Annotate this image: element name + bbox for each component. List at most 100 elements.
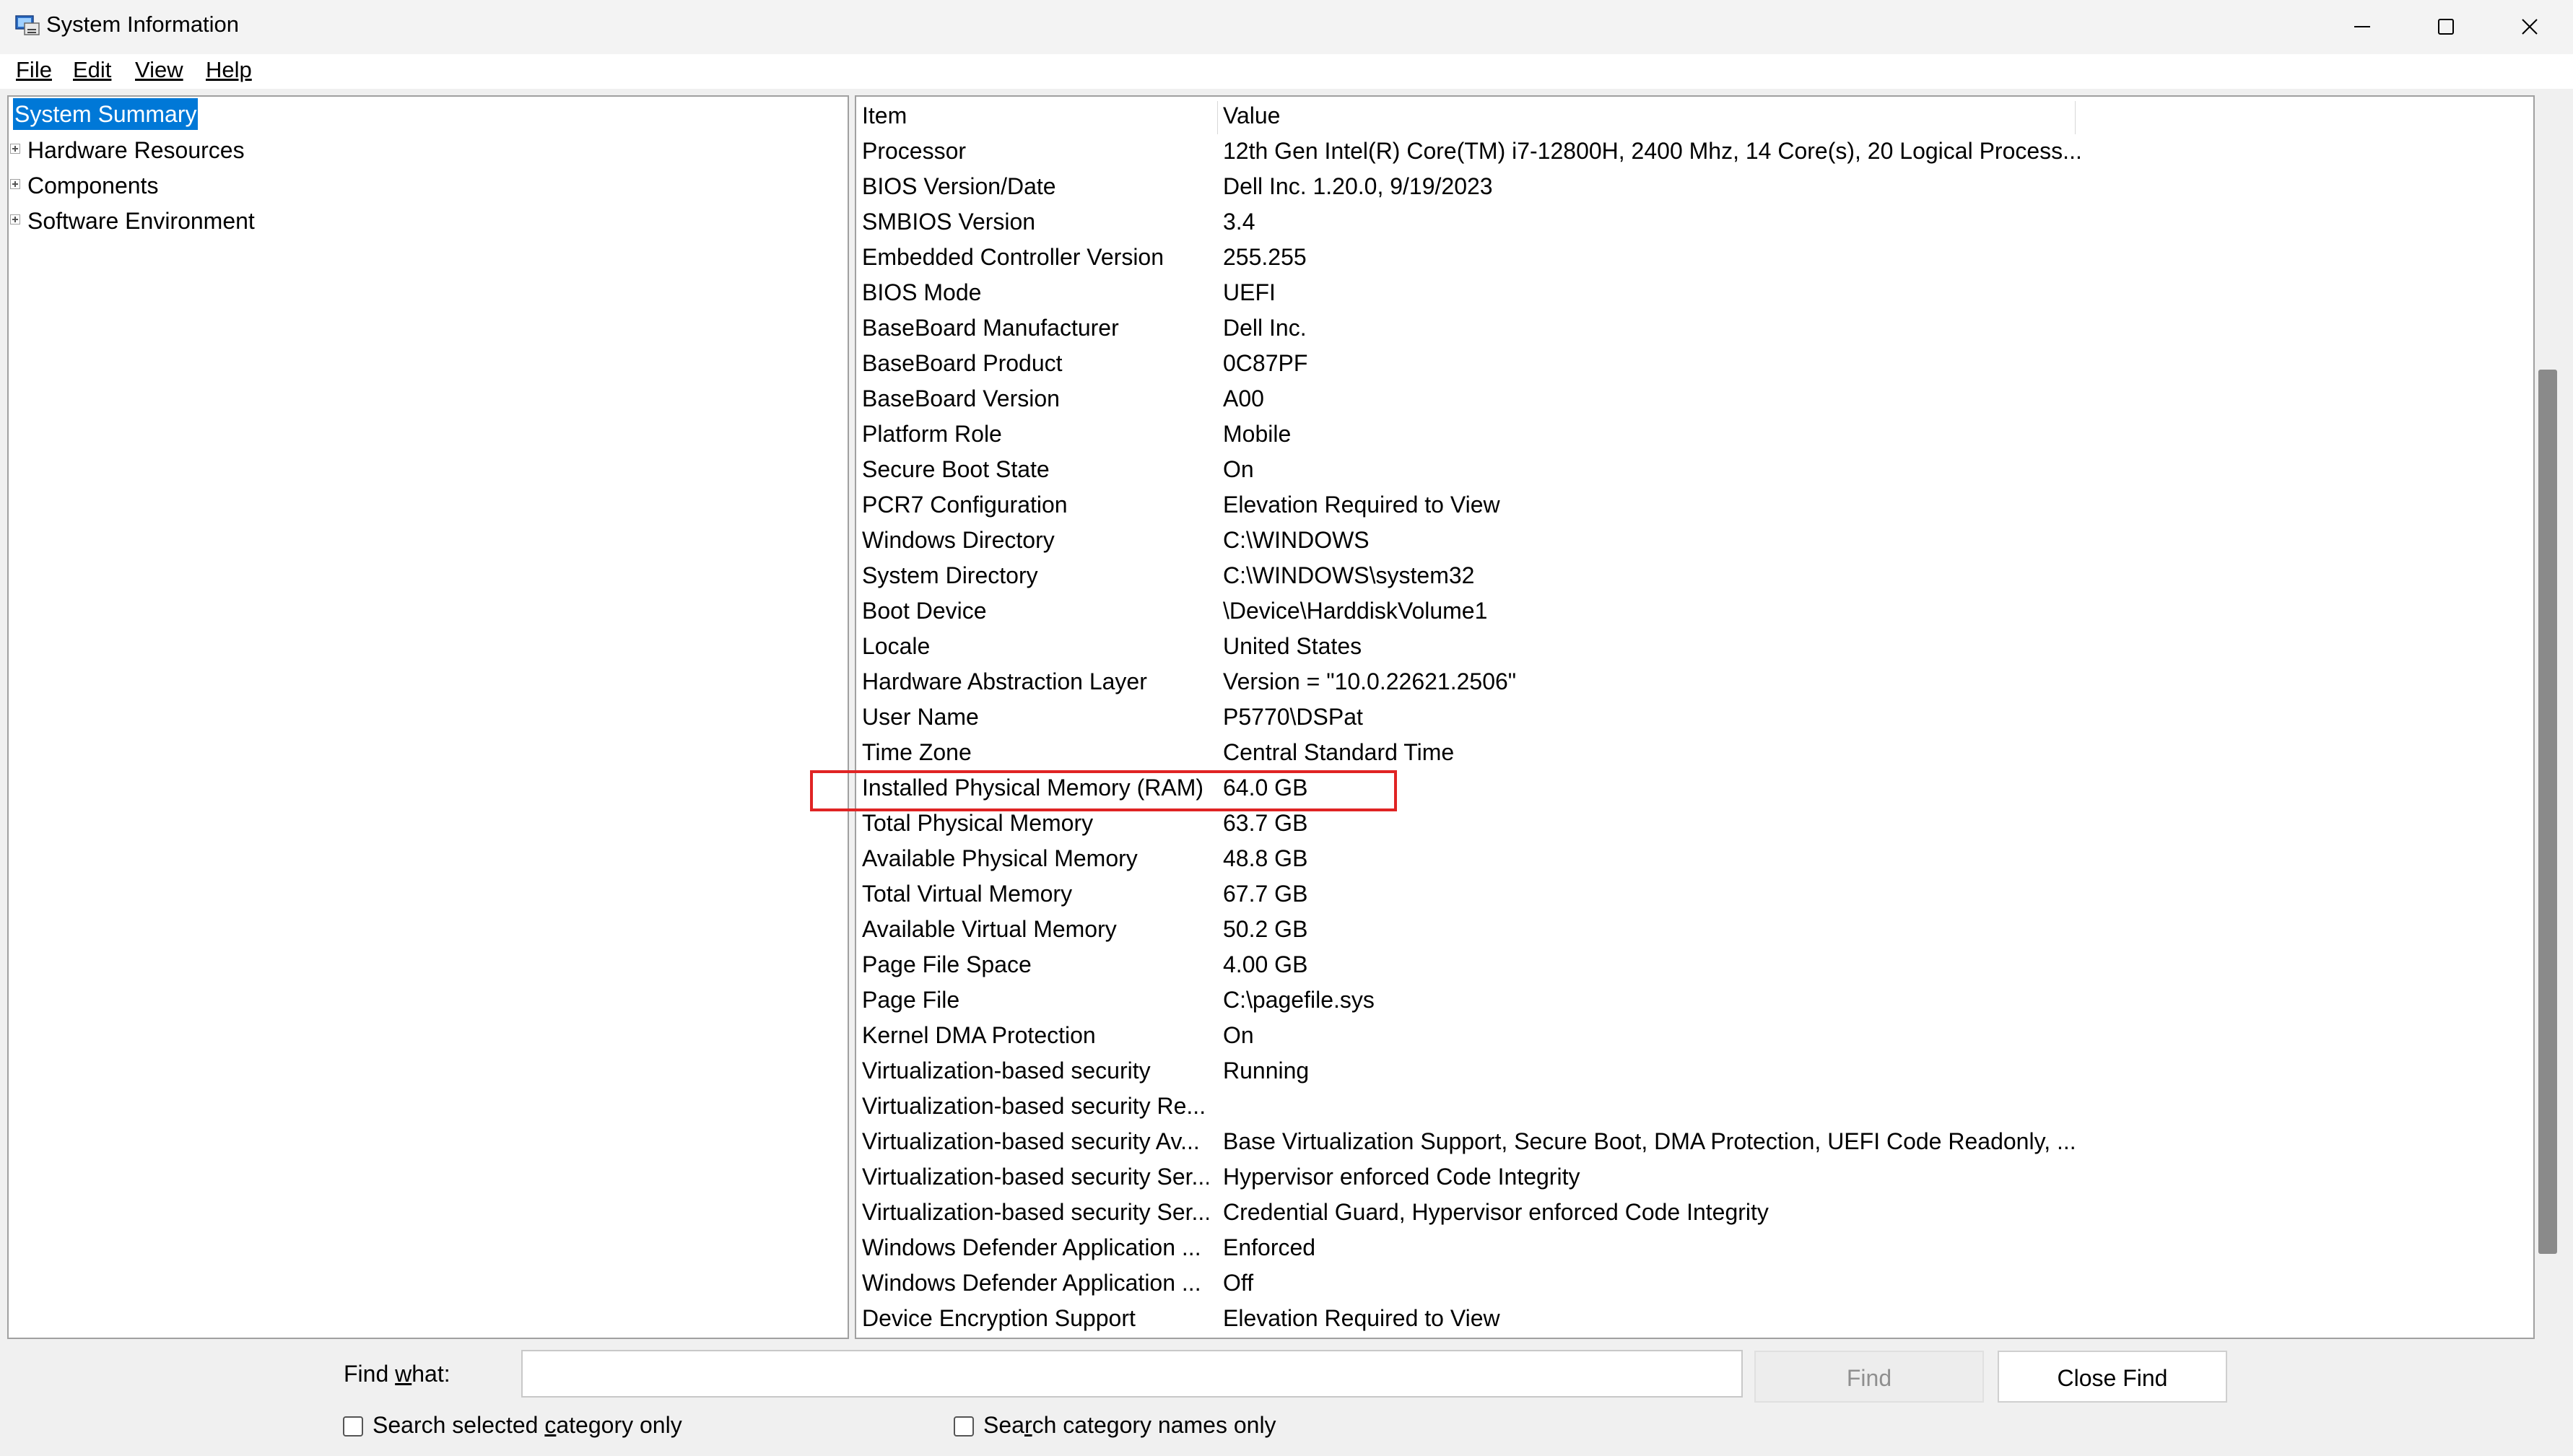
menu-view[interactable]: View <box>135 57 183 83</box>
table-row[interactable]: Hardware Abstraction Layer Version = "10.… <box>856 668 2517 704</box>
table-row[interactable]: BaseBoard Product 0C87PF <box>856 350 2517 385</box>
item-cell: User Name <box>862 704 979 730</box>
table-row[interactable]: PCR7 Configuration Elevation Required to … <box>856 492 2517 527</box>
column-divider[interactable] <box>1217 101 1218 134</box>
table-row[interactable]: Virtualization-based security Av... Base … <box>856 1128 2517 1164</box>
table-row[interactable]: Windows Directory C:\WINDOWS <box>856 527 2517 562</box>
menu-bar: File Edit View Help <box>0 54 2573 89</box>
search-selected-category-label[interactable]: Search selected category only <box>373 1412 682 1439</box>
menu-edit[interactable]: Edit <box>73 57 111 83</box>
expand-icon[interactable] <box>10 144 20 154</box>
check1-pre: Search selected <box>373 1412 545 1438</box>
tree-item-components[interactable]: Components <box>27 173 158 199</box>
value-cell: 48.8 GB <box>1223 845 1308 871</box>
expand-icon[interactable] <box>10 179 20 189</box>
table-row[interactable]: Total Physical Memory 63.7 GB <box>856 810 2517 845</box>
maximize-button[interactable] <box>2404 0 2488 54</box>
table-row[interactable]: Device Encryption Support Elevation Requi… <box>856 1305 2517 1338</box>
value-cell: C:\pagefile.sys <box>1223 987 1375 1013</box>
highlight-annotation <box>810 770 1397 811</box>
item-cell: Virtualization-based security Ser... <box>862 1199 1209 1225</box>
table-row[interactable]: Virtualization-based security Re... <box>856 1093 2517 1128</box>
value-cell: C:\WINDOWS\system32 <box>1223 562 1475 588</box>
value-cell: 0C87PF <box>1223 350 1308 376</box>
item-cell: Page File Space <box>862 951 1032 977</box>
table-row[interactable]: Embedded Controller Version 255.255 <box>856 244 2517 279</box>
value-cell: Central Standard Time <box>1223 739 1455 765</box>
category-tree[interactable]: System Summary Hardware Resources Compon… <box>7 95 849 1339</box>
table-row[interactable]: Processor 12th Gen Intel(R) Core(TM) i7-1… <box>856 138 2517 173</box>
table-row[interactable]: BIOS Version/Date Dell Inc. 1.20.0, 9/19/… <box>856 173 2517 209</box>
table-row[interactable]: BaseBoard Version A00 <box>856 385 2517 421</box>
table-row[interactable]: Available Physical Memory 48.8 GB <box>856 845 2517 881</box>
find-button[interactable]: Find <box>1754 1351 1984 1403</box>
check2-post: ch category names only <box>1032 1412 1276 1438</box>
close-button[interactable] <box>2488 0 2572 54</box>
table-row[interactable]: Kernel DMA Protection On <box>856 1022 2517 1058</box>
search-category-names-label[interactable]: Search category names only <box>983 1412 1276 1439</box>
item-cell: Available Physical Memory <box>862 845 1138 871</box>
menu-file-accel: File <box>16 57 52 82</box>
find-what-input[interactable] <box>521 1350 1743 1398</box>
item-cell: Secure Boot State <box>862 456 1050 482</box>
table-row[interactable]: System Directory C:\WINDOWS\system32 <box>856 562 2517 598</box>
column-header-item[interactable]: Item <box>862 103 907 129</box>
table-row[interactable]: Available Virtual Memory 50.2 GB <box>856 916 2517 951</box>
title-bar: System Information <box>0 0 2573 54</box>
item-cell: Page File <box>862 987 960 1013</box>
table-row[interactable]: Locale United States <box>856 633 2517 668</box>
value-cell: UEFI <box>1223 279 1276 305</box>
table-row[interactable]: Platform Role Mobile <box>856 421 2517 456</box>
item-cell: PCR7 Configuration <box>862 492 1068 518</box>
table-row[interactable]: Page File Space 4.00 GB <box>856 951 2517 987</box>
search-category-names-checkbox[interactable] <box>954 1416 974 1437</box>
item-cell: Embedded Controller Version <box>862 244 1164 270</box>
value-cell: Dell Inc. 1.20.0, 9/19/2023 <box>1223 173 1493 199</box>
tree-item-software-environment[interactable]: Software Environment <box>27 208 255 235</box>
value-cell: On <box>1223 456 1254 482</box>
tree-item-system-summary[interactable]: System Summary <box>13 98 199 130</box>
value-cell: Off <box>1223 1270 1254 1296</box>
details-list[interactable]: Item Value Processor 12th Gen Intel(R) Co… <box>855 95 2535 1339</box>
item-cell: Total Virtual Memory <box>862 881 1073 907</box>
search-selected-category-checkbox[interactable] <box>343 1416 363 1437</box>
column-header-value[interactable]: Value <box>1223 103 1280 129</box>
table-row[interactable]: Page File C:\pagefile.sys <box>856 987 2517 1022</box>
table-row[interactable]: Time Zone Central Standard Time <box>856 739 2517 775</box>
menu-help[interactable]: Help <box>206 57 252 83</box>
table-row[interactable]: Windows Defender Application ... Off <box>856 1270 2517 1305</box>
value-cell: Elevation Required to View <box>1223 1305 1500 1331</box>
item-cell: Virtualization-based security Av... <box>862 1128 1200 1154</box>
maximize-icon <box>2438 19 2454 35</box>
item-cell: BIOS Mode <box>862 279 982 305</box>
table-row[interactable]: User Name P5770\DSPat <box>856 704 2517 739</box>
table-row[interactable]: Virtualization-based security Ser... Cred… <box>856 1199 2517 1234</box>
item-cell: Windows Defender Application ... <box>862 1234 1201 1260</box>
table-row[interactable]: Virtualization-based security Ser... Hype… <box>856 1164 2517 1199</box>
find-what-label: Find what: <box>344 1361 450 1387</box>
table-row[interactable]: BaseBoard Manufacturer Dell Inc. <box>856 315 2517 350</box>
item-cell: Locale <box>862 633 931 659</box>
scrollbar-thumb[interactable] <box>2538 370 2557 1254</box>
table-row[interactable]: Secure Boot State On <box>856 456 2517 492</box>
table-row[interactable]: Boot Device \Device\HarddiskVolume1 <box>856 598 2517 633</box>
window-title: System Information <box>46 12 240 37</box>
close-icon <box>2522 19 2538 35</box>
value-cell: On <box>1223 1022 1254 1048</box>
value-cell: Enforced <box>1223 1234 1316 1260</box>
close-find-button[interactable]: Close Find <box>1998 1351 2227 1403</box>
expand-icon[interactable] <box>10 214 20 224</box>
table-row[interactable]: Total Virtual Memory 67.7 GB <box>856 881 2517 916</box>
item-cell: BaseBoard Manufacturer <box>862 315 1119 341</box>
item-cell: Kernel DMA Protection <box>862 1022 1096 1048</box>
menu-file[interactable]: File <box>16 57 52 83</box>
table-row[interactable]: Virtualization-based security Running <box>856 1058 2517 1093</box>
table-row[interactable]: Windows Defender Application ... Enforced <box>856 1234 2517 1270</box>
table-row[interactable]: SMBIOS Version 3.4 <box>856 209 2517 244</box>
value-cell: Running <box>1223 1058 1310 1084</box>
column-divider[interactable] <box>2075 101 2076 134</box>
minimize-button[interactable] <box>2320 0 2404 54</box>
tree-item-hardware-resources[interactable]: Hardware Resources <box>27 137 245 164</box>
find-label-accel: w <box>395 1361 412 1387</box>
table-row[interactable]: BIOS Mode UEFI <box>856 279 2517 315</box>
